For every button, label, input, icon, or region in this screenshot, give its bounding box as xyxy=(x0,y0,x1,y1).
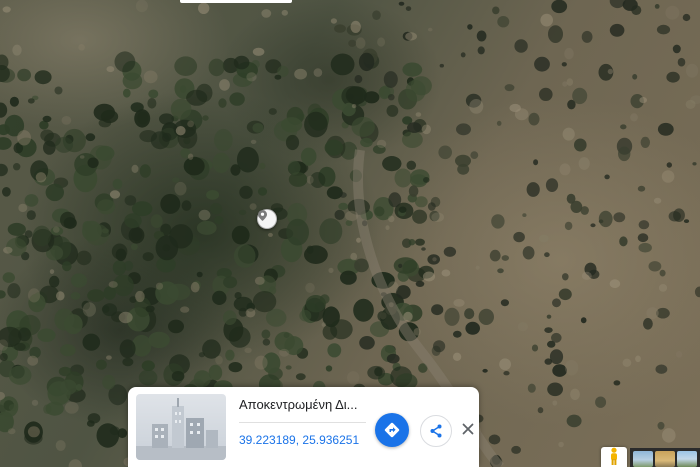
photo-thumbnail[interactable] xyxy=(655,451,675,467)
building-placeholder-icon[interactable] xyxy=(136,394,226,460)
photo-thumbnail[interactable] xyxy=(677,451,697,467)
location-pin-icon[interactable] xyxy=(257,209,277,229)
place-coordinates[interactable]: 39.223189, 25.936251 xyxy=(239,433,359,447)
pegman-button[interactable] xyxy=(601,447,627,467)
place-title[interactable]: Αποκεντρωμένη Δι... xyxy=(239,397,389,412)
directions-icon xyxy=(384,422,400,438)
pin-glyph xyxy=(258,210,267,221)
photo-thumbnail-strip xyxy=(630,448,700,467)
close-icon xyxy=(462,423,474,435)
place-info-card[interactable]: Αποκεντρωμένη Δι... 39.223189, 25.936251 xyxy=(128,387,479,467)
close-button[interactable] xyxy=(460,421,476,437)
pegman-icon xyxy=(611,447,617,465)
card-divider xyxy=(239,422,366,423)
share-button[interactable] xyxy=(420,415,452,447)
building-illustration xyxy=(136,398,226,460)
top-edge-panel xyxy=(180,0,292,3)
directions-button[interactable] xyxy=(375,413,409,447)
photo-thumbnail[interactable] xyxy=(633,451,653,467)
share-icon xyxy=(430,424,442,438)
